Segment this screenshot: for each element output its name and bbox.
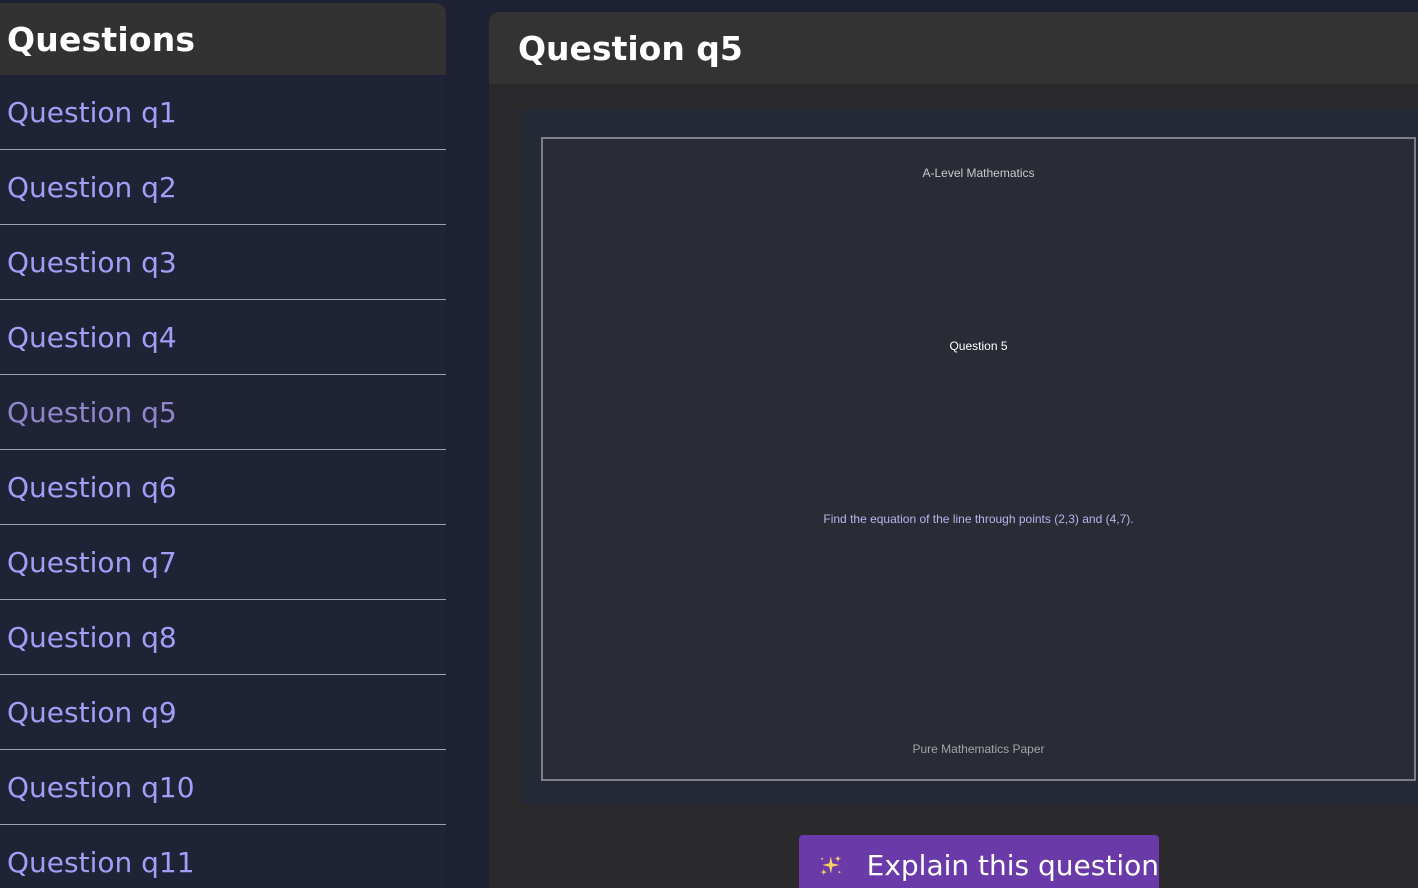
paper-header-text: A-Level Mathematics — [922, 166, 1035, 180]
question-paper-image: A-Level Mathematics Question 5 Find the … — [541, 137, 1416, 781]
question-item-q4[interactable]: Question q4 — [0, 300, 446, 375]
question-panel: Question q5 A-Level Mathematics Question… — [489, 12, 1418, 888]
question-item-q8[interactable]: Question q8 — [0, 600, 446, 675]
question-item-label: Question q2 — [7, 170, 177, 204]
explain-question-button[interactable]: Explain this question — [799, 835, 1159, 888]
paper-footer-text: Pure Mathematics Paper — [912, 742, 1045, 756]
question-header: Question q5 — [489, 12, 1418, 84]
question-item-q2[interactable]: Question q2 — [0, 150, 446, 225]
questions-sidebar: Questions Question q1 Question q2 Questi… — [0, 3, 446, 888]
question-item-q10[interactable]: Question q10 — [0, 750, 446, 825]
question-viewer: A-Level Mathematics Question 5 Find the … — [519, 109, 1418, 805]
question-item-q3[interactable]: Question q3 — [0, 225, 446, 300]
question-item-label: Question q9 — [7, 695, 177, 729]
paper-question-text: Find the equation of the line through po… — [823, 512, 1134, 526]
sidebar-header: Questions — [0, 3, 446, 75]
question-item-label: Question q10 — [7, 770, 195, 804]
question-item-label: Question q5 — [7, 395, 177, 429]
explain-button-label: Explain this question — [866, 848, 1159, 882]
sidebar-title: Questions — [7, 19, 196, 59]
paper-question-number: Question 5 — [949, 339, 1008, 353]
question-item-q7[interactable]: Question q7 — [0, 525, 446, 600]
question-item-label: Question q8 — [7, 620, 177, 654]
app-window: Questions Question q1 Question q2 Questi… — [0, 0, 1418, 888]
question-item-q1[interactable]: Question q1 — [0, 75, 446, 150]
question-item-label: Question q11 — [7, 845, 195, 879]
question-item-label: Question q6 — [7, 470, 177, 504]
question-list: Question q1 Question q2 Question q3 Ques… — [0, 75, 446, 888]
question-item-q5[interactable]: Question q5 — [0, 375, 446, 450]
sparkle-icon — [820, 855, 842, 876]
question-item-q6[interactable]: Question q6 — [0, 450, 446, 525]
question-item-q11[interactable]: Question q11 — [0, 825, 446, 888]
question-item-label: Question q7 — [7, 545, 177, 579]
question-item-q9[interactable]: Question q9 — [0, 675, 446, 750]
question-item-label: Question q1 — [7, 95, 177, 129]
question-item-label: Question q4 — [7, 320, 177, 354]
question-title: Question q5 — [518, 28, 743, 68]
question-item-label: Question q3 — [7, 245, 177, 279]
